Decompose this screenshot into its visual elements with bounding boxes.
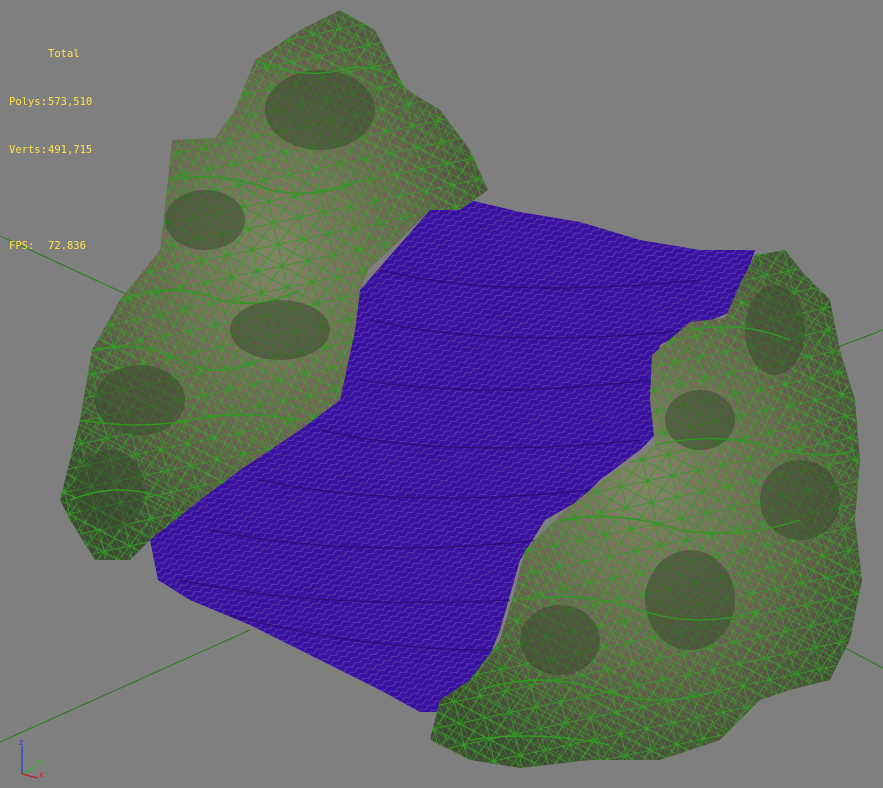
scene-render bbox=[0, 10, 883, 768]
verts-value: 491,715 bbox=[48, 144, 93, 156]
axis-z-label: z bbox=[19, 738, 23, 747]
stats-fps-row: FPS: 72.836 bbox=[9, 238, 92, 254]
verts-label: Verts: bbox=[9, 144, 47, 156]
stats-verts-row: Verts: 491,715 bbox=[9, 142, 92, 158]
viewport-statistics: Total Polys: 573,510 Verts: 491,715 FPS:… bbox=[9, 14, 92, 286]
stats-header: Total bbox=[48, 48, 80, 60]
fps-value: 72.836 bbox=[48, 240, 86, 252]
polys-value: 573,510 bbox=[48, 96, 93, 108]
viewport-3d[interactable]: Total Polys: 573,510 Verts: 491,715 FPS:… bbox=[0, 0, 883, 788]
axis-gizmo-icon: z y x bbox=[19, 738, 44, 779]
polys-label: Polys: bbox=[9, 96, 47, 108]
stats-spacer bbox=[9, 190, 92, 206]
fps-label: FPS: bbox=[9, 240, 35, 252]
axis-x-label: x bbox=[39, 770, 44, 779]
stats-polys-row: Polys: 573,510 bbox=[9, 94, 92, 110]
axis-y-label: y bbox=[37, 757, 42, 766]
